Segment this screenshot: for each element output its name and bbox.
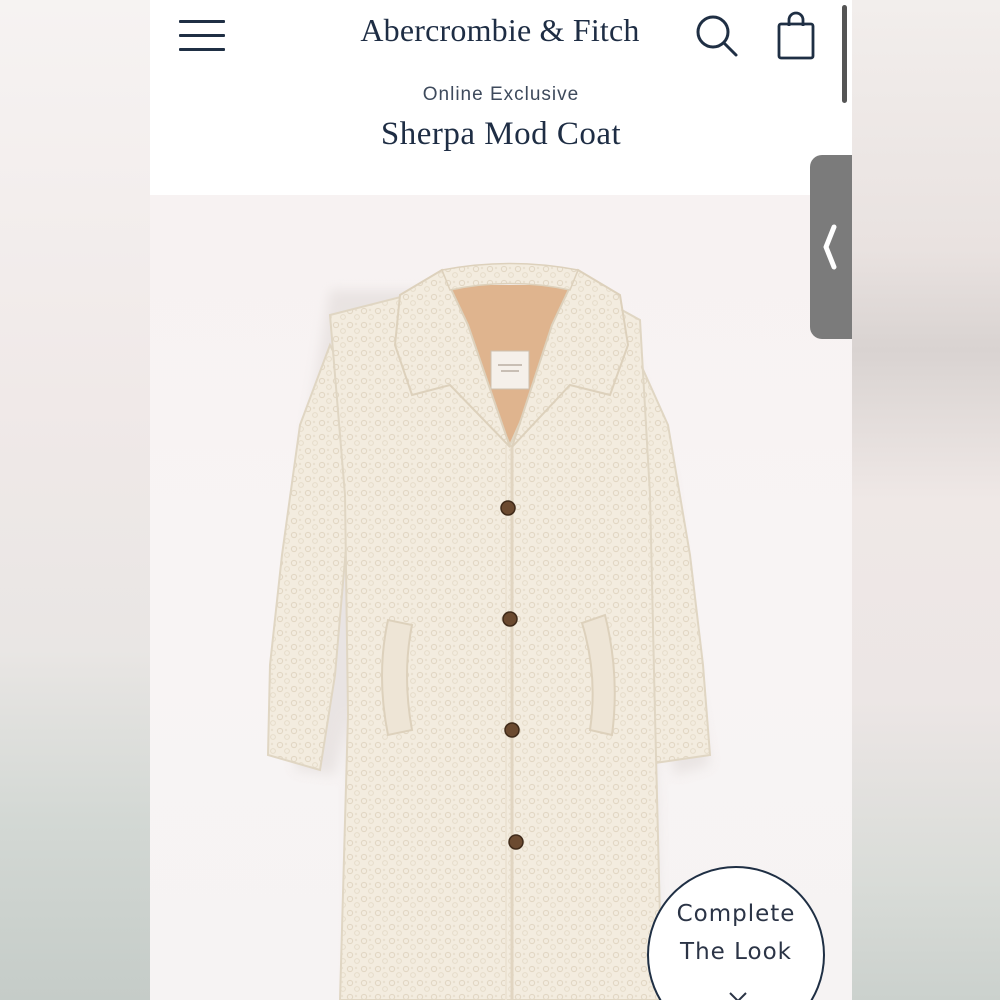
complete-the-look-line2: The Look (680, 939, 792, 965)
blurred-background-left (0, 0, 150, 1000)
complete-the-look-line1: Complete (676, 901, 796, 927)
phone-screen: Abercrombie & Fitch Online Exclusive She… (150, 0, 852, 1000)
chevron-left-icon (823, 224, 837, 270)
page-header: Abercrombie & Fitch Online Exclusive She… (150, 0, 852, 195)
side-panel-tab[interactable] (810, 155, 852, 339)
blurred-background-right (852, 0, 1000, 1000)
brand-logo[interactable]: Abercrombie & Fitch (320, 12, 680, 49)
online-exclusive-label: Online Exclusive (422, 84, 580, 105)
product-title: Sherpa Mod Coat (380, 116, 622, 152)
search-icon[interactable] (694, 13, 740, 59)
shopping-bag-icon[interactable] (776, 10, 816, 62)
chevron-down-icon (729, 992, 747, 1000)
hamburger-menu-icon[interactable] (179, 18, 227, 54)
